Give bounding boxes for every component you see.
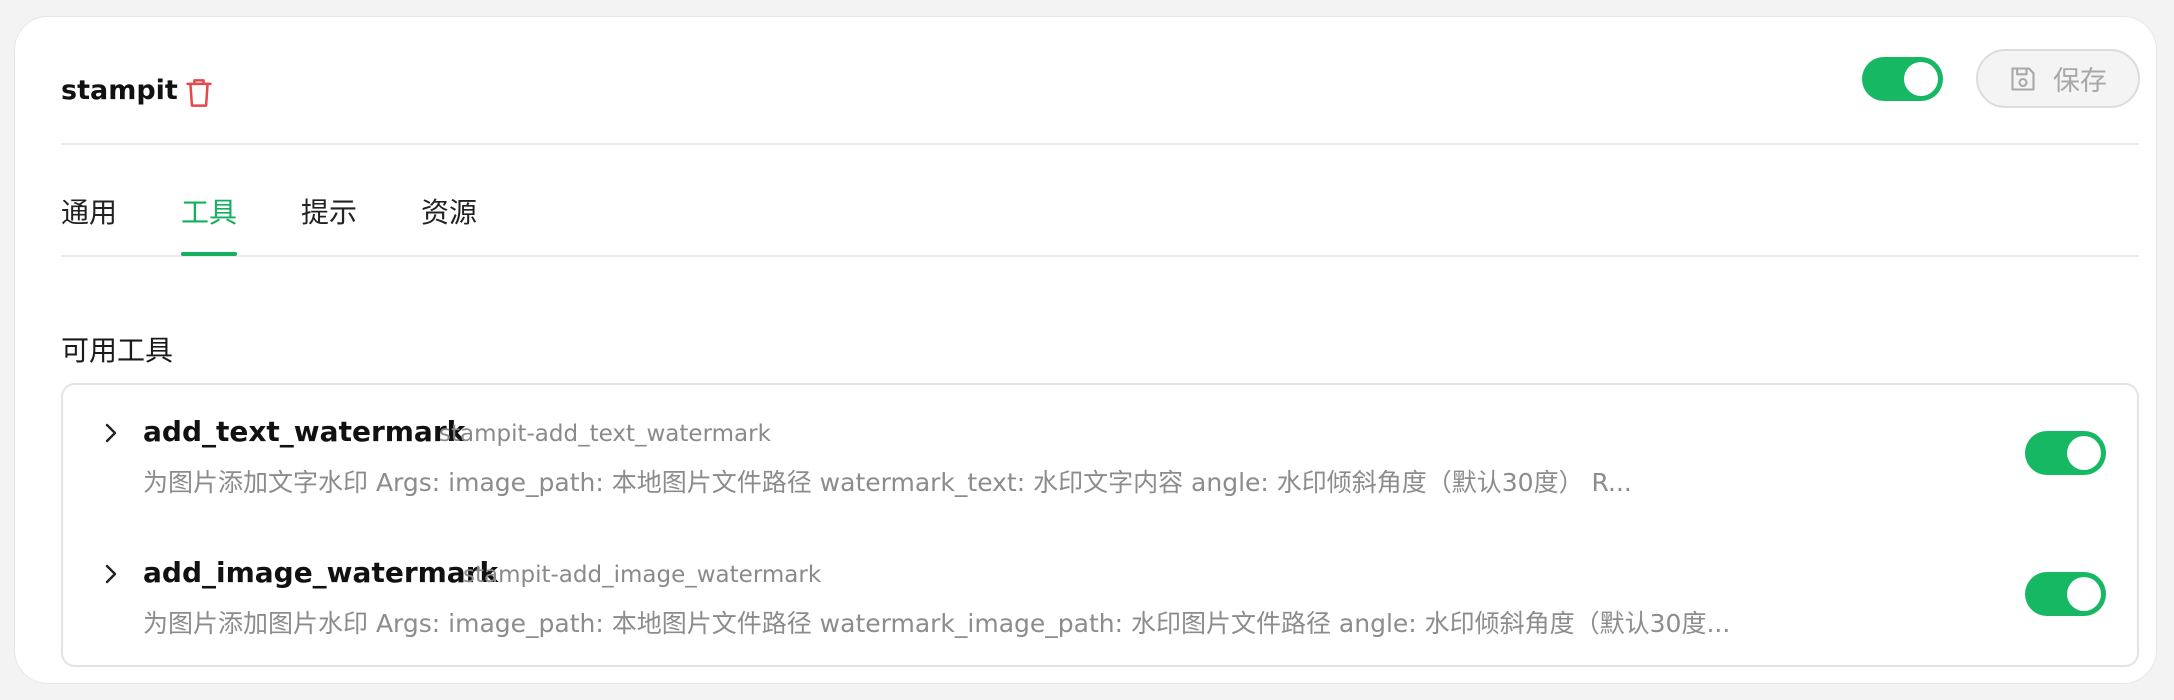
server-card: stampit 保存 通用 工具 提示 资源 可用工具 add_text_wat… [14,16,2157,684]
chevron-right-icon[interactable] [101,562,121,586]
tool-id: stampit-add_image_watermark [463,562,822,588]
tab-label: 工具 [181,196,238,229]
tool-item[interactable]: add_image_watermark stampit-add_image_wa… [63,526,2137,666]
server-title: stampit [61,75,178,106]
save-icon [2011,66,2035,91]
tool-name: add_text_watermark [143,415,466,448]
tab-bar: 通用 工具 提示 资源 [61,147,2139,257]
toggle-knob [2067,436,2101,470]
tab-label: 提示 [301,196,358,229]
toggle-knob [2067,577,2101,611]
tool-enable-toggle[interactable] [2025,572,2106,616]
server-enable-toggle[interactable] [1862,57,1943,101]
available-tools-heading: 可用工具 [61,334,174,367]
chevron-right-icon[interactable] [101,421,121,445]
save-button-label: 保存 [2053,66,2107,97]
active-tab-indicator [181,252,238,256]
tab-label: 通用 [61,196,118,229]
trash-icon[interactable] [185,77,213,109]
tab-tools[interactable]: 工具 [181,191,238,256]
card-header: stampit 保存 [61,17,2140,145]
tools-list: add_text_watermark stampit-add_text_wate… [61,383,2139,667]
tool-item[interactable]: add_text_watermark stampit-add_text_wate… [63,385,2137,525]
tool-name: add_image_watermark [143,556,499,589]
save-button[interactable]: 保存 [1976,49,2140,108]
tab-resources[interactable]: 资源 [421,191,477,255]
tab-label: 资源 [421,196,478,229]
toggle-knob [1904,62,1938,96]
tool-id: stampit-add_text_watermark [439,421,771,447]
tool-description: 为图片添加图片水印 Args: image_path: 本地图片文件路径 wat… [143,609,1731,638]
tool-enable-toggle[interactable] [2025,431,2106,475]
tab-prompts[interactable]: 提示 [301,191,357,255]
tab-general[interactable]: 通用 [61,191,117,255]
tool-description: 为图片添加文字水印 Args: image_path: 本地图片文件路径 wat… [143,468,1632,497]
